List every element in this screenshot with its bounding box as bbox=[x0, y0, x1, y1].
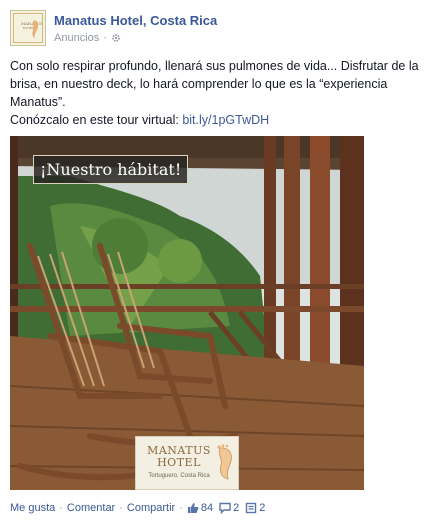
comments-summary[interactable]: 2 bbox=[219, 502, 239, 514]
post-photo[interactable]: ¡Nuestro hábitat! MANATUS HOTEL Tortugue… bbox=[10, 136, 364, 490]
post-message: Con solo respirar profundo, llenará sus … bbox=[10, 57, 436, 129]
hotel-logo-card: MANATUS HOTEL Tortuguero, Costa Rica bbox=[135, 436, 239, 490]
post-actions: Me gusta · Comentar · Compartir · 84 2 2 bbox=[10, 500, 265, 516]
post-meta: Anuncios · bbox=[54, 32, 121, 44]
shares-summary[interactable]: 2 bbox=[245, 502, 265, 514]
tour-link[interactable]: bit.ly/1pGTwDH bbox=[182, 113, 269, 127]
comment-button[interactable]: Comentar bbox=[67, 502, 115, 514]
page-avatar[interactable]: MANATUS HOTEL bbox=[10, 10, 46, 46]
footprint-icon bbox=[217, 444, 232, 480]
comments-count: 2 bbox=[233, 502, 240, 514]
facebook-post: MANATUS HOTEL Manatus Hotel, Costa Rica … bbox=[0, 0, 443, 526]
action-separator: · bbox=[179, 502, 183, 514]
shares-count: 2 bbox=[259, 502, 266, 514]
logo-name: MANATUS HOTEL bbox=[144, 445, 214, 469]
action-separator: · bbox=[119, 502, 123, 514]
meta-separator: · bbox=[103, 32, 107, 44]
logo-location: Tortuguero, Costa Rica bbox=[148, 473, 210, 479]
share-icon bbox=[246, 502, 257, 514]
comment-bubble-icon bbox=[219, 502, 231, 514]
action-separator: · bbox=[59, 502, 63, 514]
message-tour-text: Conózcalo en este tour virtual: bbox=[10, 113, 183, 127]
likes-summary[interactable]: 84 bbox=[187, 502, 213, 514]
page-name-link[interactable]: Manatus Hotel, Costa Rica bbox=[54, 13, 217, 28]
svg-text:HOTEL: HOTEL bbox=[23, 26, 34, 30]
gear-icon[interactable] bbox=[111, 33, 121, 44]
like-button[interactable]: Me gusta bbox=[10, 502, 55, 514]
message-text: Con solo respirar profundo, llenará sus … bbox=[10, 59, 419, 109]
thumbs-up-icon bbox=[187, 503, 199, 513]
likes-count: 84 bbox=[200, 502, 214, 514]
sponsored-label[interactable]: Anuncios bbox=[54, 32, 99, 44]
habitat-banner: ¡Nuestro hábitat! bbox=[33, 155, 189, 184]
logo-icon: MANATUS HOTEL bbox=[13, 13, 43, 43]
logo-name-line2: HOTEL bbox=[157, 456, 201, 469]
share-button[interactable]: Compartir bbox=[127, 502, 175, 514]
